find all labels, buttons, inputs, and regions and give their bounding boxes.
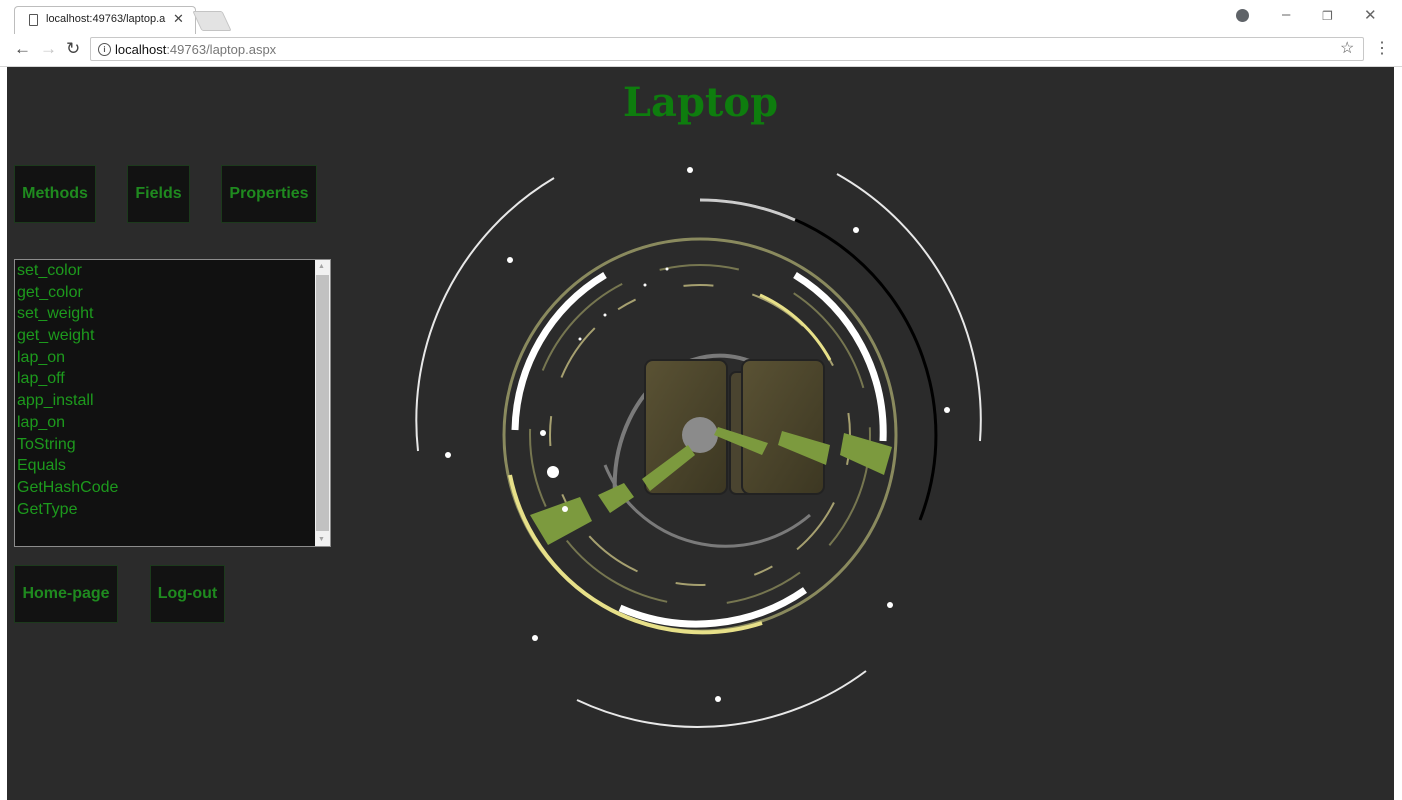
- green-bar-2: [598, 483, 634, 513]
- dot: [547, 466, 559, 478]
- page-icon: [29, 14, 38, 26]
- dot: [532, 635, 538, 641]
- dot: [853, 227, 859, 233]
- info-icon[interactable]: i: [98, 43, 111, 56]
- url-path: :49763/laptop.aspx: [166, 42, 277, 57]
- dot: [445, 452, 451, 458]
- browser-toolbar: ← → ↻ i localhost:49763/laptop.aspx: [0, 34, 1402, 67]
- hud-animation-graphic: [415, 167, 982, 728]
- tab-strip: localhost:49763/laptop.a ✕ – ❐ ✕: [0, 0, 1402, 34]
- yellow-small-arc: [759, 293, 832, 361]
- dot: [603, 313, 607, 317]
- tab-title: localhost:49763/laptop.a: [46, 13, 166, 25]
- close-icon[interactable]: ✕: [173, 11, 184, 27]
- outer-arc-bottom: [576, 670, 867, 728]
- browser-tab[interactable]: localhost:49763/laptop.a ✕: [14, 6, 196, 34]
- outer-arc-right: [836, 173, 982, 442]
- dot: [944, 407, 950, 413]
- page-content: Laptop Methods Fields Properties set_col…: [7, 67, 1394, 800]
- window-close-icon[interactable]: ✕: [1364, 6, 1377, 24]
- gray-arc: [699, 198, 796, 222]
- restore-icon[interactable]: ❐: [1322, 9, 1333, 23]
- yellow-arc-bottom: [508, 474, 763, 635]
- dot: [715, 696, 721, 702]
- reload-icon[interactable]: ↻: [66, 39, 80, 59]
- url-host: localhost: [115, 42, 167, 57]
- dot: [887, 602, 893, 608]
- back-icon[interactable]: ←: [14, 39, 31, 59]
- dot: [665, 267, 669, 271]
- green-bar-1: [530, 497, 592, 545]
- dot: [643, 283, 647, 287]
- thick-arc-bottom: [618, 587, 807, 628]
- dot: [507, 257, 513, 263]
- dot: [578, 337, 582, 341]
- new-tab-button[interactable]: [192, 11, 232, 31]
- profile-icon[interactable]: [1236, 9, 1249, 22]
- address-bar[interactable]: i localhost:49763/laptop.aspx: [90, 37, 1364, 61]
- dot: [687, 167, 693, 173]
- dot: [540, 430, 546, 436]
- url-text[interactable]: localhost:49763/laptop.aspx: [115, 42, 276, 57]
- outer-arc-left: [415, 177, 555, 452]
- minimize-icon[interactable]: –: [1282, 6, 1290, 23]
- dot: [562, 506, 568, 512]
- forward-icon[interactable]: →: [40, 39, 57, 59]
- card-right: [741, 359, 825, 495]
- star-icon[interactable]: ☆: [1340, 38, 1354, 58]
- menu-icon[interactable]: ⋮: [1374, 38, 1390, 58]
